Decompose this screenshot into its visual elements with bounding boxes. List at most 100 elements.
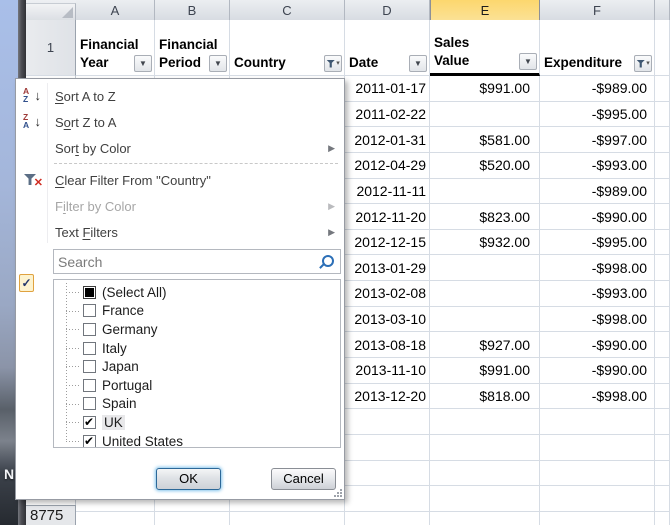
cell[interactable]	[430, 435, 540, 461]
cell[interactable]	[655, 76, 670, 102]
cell[interactable]	[655, 102, 670, 128]
cell[interactable]: -$998.00	[540, 384, 655, 410]
cell[interactable]: 2013-08-18	[345, 332, 430, 358]
cell[interactable]	[345, 409, 430, 435]
cell[interactable]	[430, 255, 540, 281]
cell[interactable]	[345, 512, 430, 525]
autofilter-dropdown-button[interactable]: ▼	[134, 55, 152, 72]
autofilter-dropdown-button[interactable]: ▼	[409, 55, 427, 72]
filter-option-japan[interactable]: Japan	[54, 357, 340, 376]
cell[interactable]: -$995.00	[540, 230, 655, 256]
cell[interactable]: $927.00	[430, 332, 540, 358]
cell[interactable]	[230, 512, 345, 525]
cell[interactable]	[655, 255, 670, 281]
cell[interactable]: 2011-02-22	[345, 102, 430, 128]
unchecked-checkbox-icon[interactable]	[83, 379, 96, 392]
cell[interactable]	[655, 512, 670, 525]
cell[interactable]: -$990.00	[540, 332, 655, 358]
filter-option-portugal[interactable]: Portugal	[54, 376, 340, 395]
autofilter-funnel-button[interactable]: ▾	[634, 55, 652, 72]
select-all-corner[interactable]	[26, 3, 76, 20]
cell[interactable]	[655, 230, 670, 256]
unchecked-checkbox-icon[interactable]	[83, 323, 96, 336]
cell-e1-selected[interactable]: Sales Value ▼	[430, 20, 540, 76]
cell[interactable]	[345, 435, 430, 461]
row-header-8775[interactable]: 8775	[26, 505, 76, 525]
cell[interactable]: 2013-11-10	[345, 358, 430, 384]
cell[interactable]: 2013-03-10	[345, 307, 430, 333]
menu-item-text-filters[interactable]: Text Filters ▶	[17, 219, 343, 245]
cell[interactable]: 2013-02-08	[345, 281, 430, 307]
filter-option-france[interactable]: France	[54, 302, 340, 321]
filter-option-italy[interactable]: Italy	[54, 339, 340, 358]
cell[interactable]: 2012-01-31	[345, 127, 430, 153]
cell[interactable]	[540, 435, 655, 461]
indeterminate-checkbox-icon[interactable]	[83, 286, 96, 299]
cell[interactable]: 2012-11-20	[345, 204, 430, 230]
cell[interactable]	[655, 127, 670, 153]
cell[interactable]	[155, 512, 230, 525]
cell[interactable]: $520.00	[430, 153, 540, 179]
cell[interactable]	[430, 461, 540, 487]
cell[interactable]	[430, 486, 540, 512]
cell[interactable]: -$998.00	[540, 255, 655, 281]
cell[interactable]	[540, 409, 655, 435]
cell[interactable]: -$989.00	[540, 179, 655, 205]
menu-item-sort-z-to-a[interactable]: ZA↓ Sort Z to A	[17, 109, 343, 135]
cell[interactable]: $991.00	[430, 76, 540, 102]
cell[interactable]	[655, 179, 670, 205]
column-header-a[interactable]: A	[76, 0, 155, 20]
menu-item-sort-by-color[interactable]: Sort by Color ▶	[17, 135, 343, 161]
cell-a1[interactable]: Financial Year ▼	[76, 20, 155, 76]
ok-button[interactable]: OK	[156, 468, 221, 490]
cell[interactable]: -$998.00	[540, 307, 655, 333]
unchecked-checkbox-icon[interactable]	[83, 342, 96, 355]
column-header-b[interactable]: B	[155, 0, 230, 20]
cell[interactable]	[655, 461, 670, 487]
row-header-1[interactable]: 1	[26, 20, 76, 76]
resize-grip[interactable]	[332, 487, 342, 497]
cell[interactable]	[430, 179, 540, 205]
cell[interactable]: -$993.00	[540, 281, 655, 307]
search-input[interactable]	[54, 254, 320, 270]
cell[interactable]: 2012-12-15	[345, 230, 430, 256]
cell[interactable]: $818.00	[430, 384, 540, 410]
cell[interactable]: 2013-12-20	[345, 384, 430, 410]
filter-option-united-states[interactable]: United States	[54, 432, 340, 448]
cell[interactable]	[540, 486, 655, 512]
cell[interactable]	[430, 409, 540, 435]
cell[interactable]	[76, 512, 155, 525]
cell[interactable]	[655, 435, 670, 461]
cell[interactable]	[430, 512, 540, 525]
cell[interactable]	[655, 281, 670, 307]
cell[interactable]	[655, 204, 670, 230]
cell-b1[interactable]: Financial Period ▼	[155, 20, 230, 76]
cell[interactable]	[655, 409, 670, 435]
cell[interactable]	[655, 384, 670, 410]
cell[interactable]: 2011-01-17	[345, 76, 430, 102]
cell[interactable]: 2012-04-29	[345, 153, 430, 179]
cell-f1[interactable]: Expenditure ▾	[540, 20, 655, 76]
column-header-d[interactable]: D	[345, 0, 430, 20]
autofilter-dropdown-button[interactable]: ▼	[209, 55, 227, 72]
filter-option-select-all[interactable]: (Select All)	[54, 283, 340, 302]
cell[interactable]: 2012-11-11	[345, 179, 430, 205]
cell[interactable]	[430, 307, 540, 333]
cell[interactable]	[540, 512, 655, 525]
checked-checkbox-icon[interactable]	[83, 435, 96, 448]
cell-g1[interactable]	[655, 20, 670, 76]
unchecked-checkbox-icon[interactable]	[83, 304, 96, 317]
unchecked-checkbox-icon[interactable]	[83, 360, 96, 373]
cell-c1[interactable]: Country ▾	[230, 20, 345, 76]
cell[interactable]: -$989.00	[540, 76, 655, 102]
cell[interactable]	[430, 102, 540, 128]
checked-checkbox-icon[interactable]	[83, 416, 96, 429]
column-header-partial[interactable]	[655, 0, 670, 20]
cell[interactable]: $581.00	[430, 127, 540, 153]
filter-option-spain[interactable]: Spain	[54, 395, 340, 414]
cell[interactable]	[345, 461, 430, 487]
cell[interactable]	[655, 153, 670, 179]
cell[interactable]: -$995.00	[540, 102, 655, 128]
cell[interactable]: 2013-01-29	[345, 255, 430, 281]
cell[interactable]: -$997.00	[540, 127, 655, 153]
